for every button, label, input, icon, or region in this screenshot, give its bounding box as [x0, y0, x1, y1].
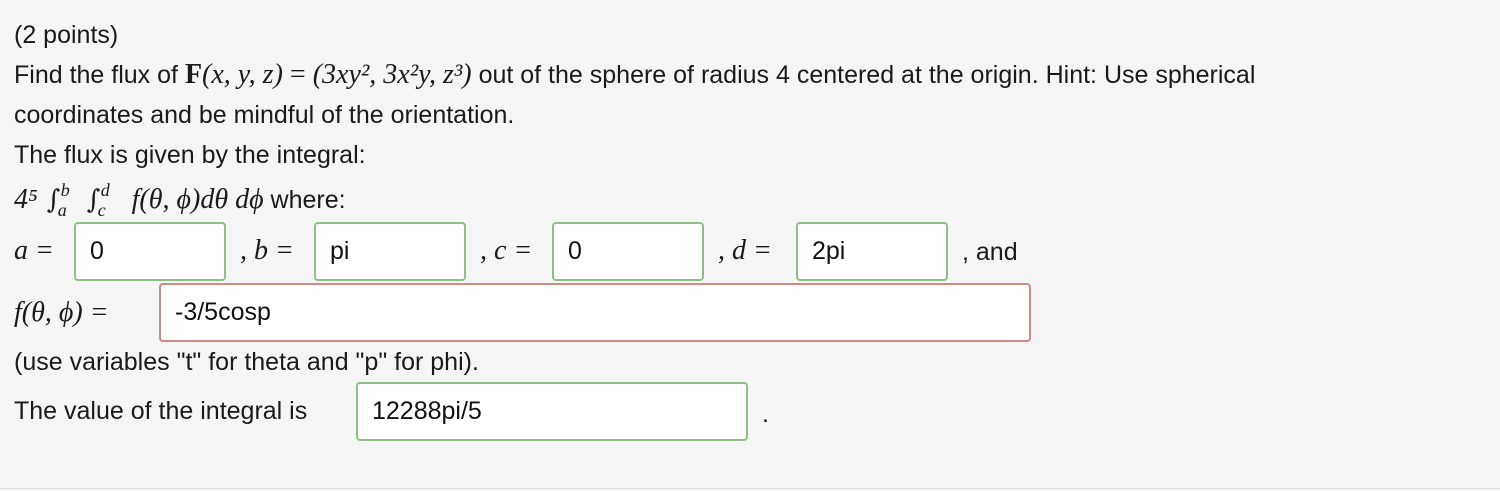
outer-lower-bound: a: [57, 200, 67, 220]
integral-expression: 4⁵ ∫ b a ∫ d c f(θ, ϕ)dθ dϕ where:: [14, 180, 346, 220]
label-and: , and: [962, 238, 1018, 266]
inner-lower-bound: c: [97, 200, 106, 220]
label-f: f(θ, ϕ) =: [14, 297, 109, 328]
vector-field: F(x, y, z) = (3xy², 3x²y, z³): [184, 59, 472, 90]
answer-d-input[interactable]: 2pi: [796, 222, 948, 281]
answer-b-input[interactable]: pi: [314, 222, 466, 281]
where-label: where:: [270, 186, 346, 214]
answer-c-input[interactable]: 0: [552, 222, 704, 281]
label-d: , d =: [718, 235, 772, 266]
statement-prefix: Find the flux of: [14, 61, 178, 89]
statement-continued: coordinates and be mindful of the orient…: [14, 101, 515, 129]
flux-intro: The flux is given by the integral:: [14, 141, 366, 169]
answer-value-input[interactable]: 12288pi/5: [356, 382, 748, 441]
label-c: , c =: [480, 235, 533, 266]
problem-statement: Find the flux of F(x, y, z) = (3xy², 3x²…: [14, 60, 1255, 90]
label-b: , b =: [240, 235, 294, 266]
points-label: (2 points): [14, 21, 119, 49]
answer-f-input[interactable]: -3/5cosp: [159, 283, 1031, 342]
bottom-divider: [0, 488, 1500, 489]
integrand: f(θ, ϕ)dθ dϕ: [131, 184, 264, 215]
inner-integral: ∫ d c: [86, 180, 110, 220]
outer-integral: ∫ b a: [46, 180, 70, 220]
outer-upper-bound: b: [60, 180, 70, 200]
statement-suffix: out of the sphere of radius 4 centered a…: [478, 61, 1256, 89]
inner-upper-bound: d: [100, 180, 110, 200]
value-period: .: [762, 400, 769, 428]
integral-coefficient: 4⁵: [14, 184, 38, 215]
variables-hint: (use variables "t" for theta and "p" for…: [14, 348, 479, 376]
label-a: a =: [14, 235, 54, 266]
value-label: The value of the integral is: [14, 397, 308, 425]
answer-a-input[interactable]: 0: [74, 222, 226, 281]
